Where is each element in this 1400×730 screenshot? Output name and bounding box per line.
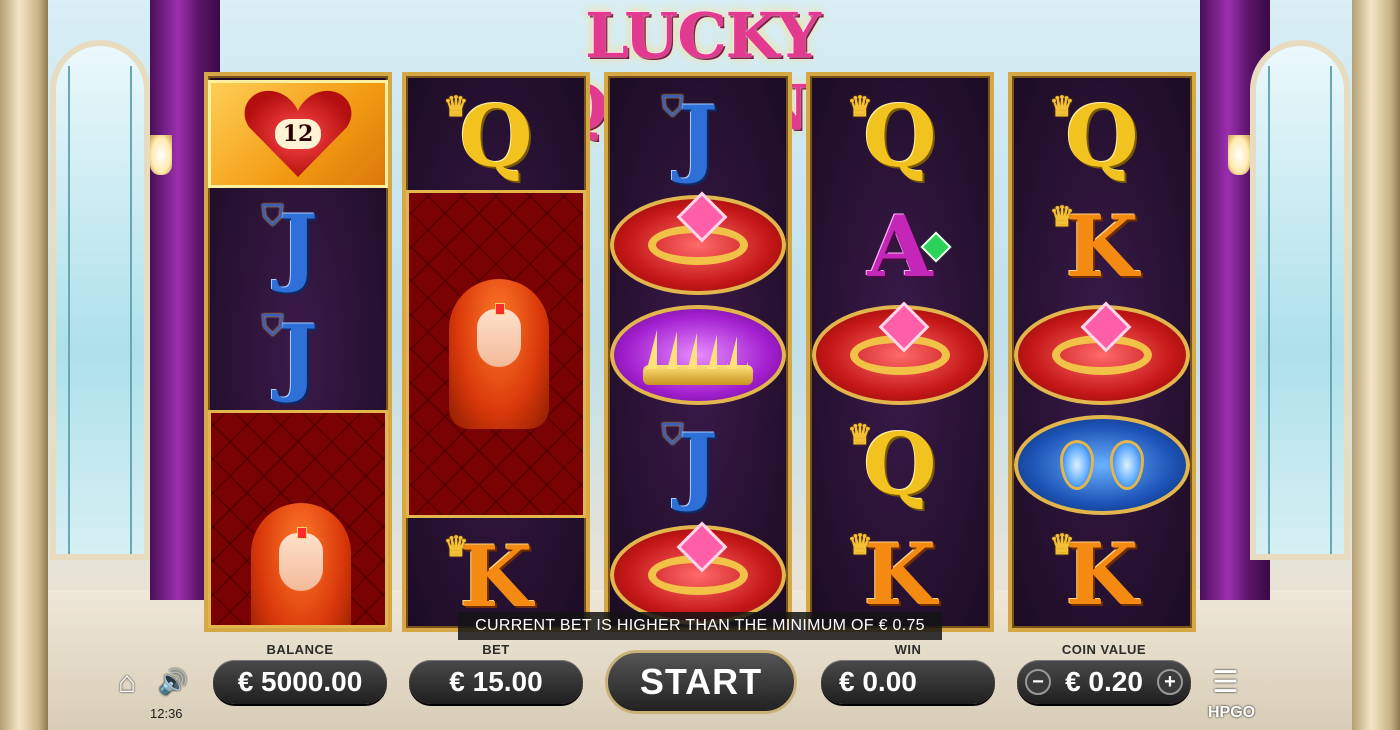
symbol-letter: Q <box>459 87 533 186</box>
coin-plus-button[interactable]: + <box>1156 669 1183 695</box>
left-pillar <box>0 0 48 730</box>
earrings-icon <box>1060 440 1144 490</box>
reel-3: ⛉ J ⛉ J <box>604 72 792 632</box>
symbol-letter: K <box>1065 197 1139 296</box>
symbol-q: ♛ Q <box>810 410 990 520</box>
symbol-letter: K <box>1065 525 1139 624</box>
reel-5: ♛ Q ♛ K ♛ K <box>1008 72 1196 632</box>
win-label: WIN <box>894 642 922 657</box>
home-icon[interactable]: ⌂ <box>118 668 136 698</box>
game-logo: LUCKY QUEENS <box>553 0 852 144</box>
reel-2: ♛ Q ♛ K <box>402 72 590 632</box>
menu-icon[interactable]: ☰ <box>1212 668 1239 698</box>
crown-crest-icon: ♛ <box>847 418 873 451</box>
queen-wild-symbol <box>406 190 586 518</box>
symbol-letter: Q <box>1065 87 1139 186</box>
start-button[interactable]: START <box>605 650 797 714</box>
queen-portrait <box>251 503 351 625</box>
bet-notice: CURRENT BET IS HIGHER THAN THE MINIMUM O… <box>458 612 942 640</box>
shield-crest-icon: ⛉ <box>262 309 284 342</box>
heart-value: 12 <box>274 119 322 149</box>
shield-crest-icon: ⛉ <box>262 199 284 232</box>
crown-crest-icon: ♛ <box>1049 200 1075 233</box>
brand-logo: HPGO <box>1208 704 1256 721</box>
symbol-ring <box>810 300 990 410</box>
symbol-letter: J <box>278 196 318 295</box>
symbol-q: ♛ Q <box>810 82 990 192</box>
crown-crest-icon: ♛ <box>847 528 873 561</box>
heart-bonus-symbol: 12 <box>208 80 388 188</box>
symbol-a: A <box>810 192 990 302</box>
symbol-q: ♛ Q <box>1012 82 1192 192</box>
sound-icon[interactable]: 🔊 <box>158 670 188 696</box>
symbol-letter: Q <box>863 87 937 186</box>
left-window <box>50 40 150 560</box>
symbol-letter: Q <box>863 415 937 514</box>
balance-label: BALANCE <box>266 642 334 657</box>
symbol-k: ♛ K <box>1012 520 1192 630</box>
left-sconce <box>150 135 172 175</box>
right-window <box>1250 40 1350 560</box>
ring-icon <box>850 335 950 375</box>
symbol-j: ⛉ J <box>608 410 788 520</box>
coin-minus-button[interactable]: − <box>1025 669 1051 695</box>
crown-crest-icon: ♛ <box>847 90 873 123</box>
right-pillar <box>1352 0 1400 730</box>
shield-crest-icon: ⛉ <box>662 90 684 123</box>
crown-icon <box>643 325 753 385</box>
clock: 12:36 <box>150 706 183 721</box>
shield-crest-icon: ⛉ <box>662 418 684 451</box>
queen-wild-symbol <box>208 410 388 628</box>
symbol-letter: J <box>678 87 718 186</box>
bet-selector[interactable]: € 15.00 <box>409 660 583 704</box>
reel-4: ♛ Q A ♛ Q ♛ K <box>806 72 994 632</box>
symbol-q: ♛ Q <box>406 82 586 192</box>
coin-value-display: € 0.20 <box>1065 666 1143 697</box>
symbol-ring <box>1012 300 1192 410</box>
ring-icon <box>648 225 748 265</box>
symbol-letter: J <box>678 415 718 514</box>
reel-grid: 12 ⛉ J ⛉ J ♛ Q ♛ K ⛉ J ⛉ J ♛ Q A ♛ Q ♛ K… <box>200 72 1200 632</box>
right-sconce <box>1228 135 1250 175</box>
reel-1: 12 ⛉ J ⛉ J <box>204 72 392 632</box>
symbol-letter: K <box>863 525 937 624</box>
ring-icon <box>1052 335 1152 375</box>
symbol-j: ⛉ J <box>208 301 388 411</box>
crown-crest-icon: ♛ <box>443 90 469 123</box>
queen-portrait <box>449 279 549 429</box>
win-display: € 0.00 <box>821 660 995 704</box>
heart-gem-icon: 12 <box>243 89 353 179</box>
crown-crest-icon: ♛ <box>443 530 469 563</box>
symbol-j: ⛉ J <box>608 82 788 192</box>
crown-crest-icon: ♛ <box>1049 90 1075 123</box>
balance-display: € 5000.00 <box>213 660 387 704</box>
symbol-k: ♛ K <box>1012 192 1192 302</box>
bet-label: BET <box>482 642 510 657</box>
symbol-earrings <box>1012 410 1192 520</box>
crown-crest-icon: ♛ <box>1049 528 1075 561</box>
symbol-letter: J <box>278 306 318 405</box>
symbol-crown <box>608 300 788 410</box>
symbol-ring <box>608 190 788 300</box>
coin-value-control: − € 0.20 + <box>1017 660 1191 704</box>
coin-value-label: COIN VALUE <box>1061 642 1147 657</box>
symbol-j: ⛉ J <box>208 191 388 301</box>
ring-icon <box>648 555 748 595</box>
